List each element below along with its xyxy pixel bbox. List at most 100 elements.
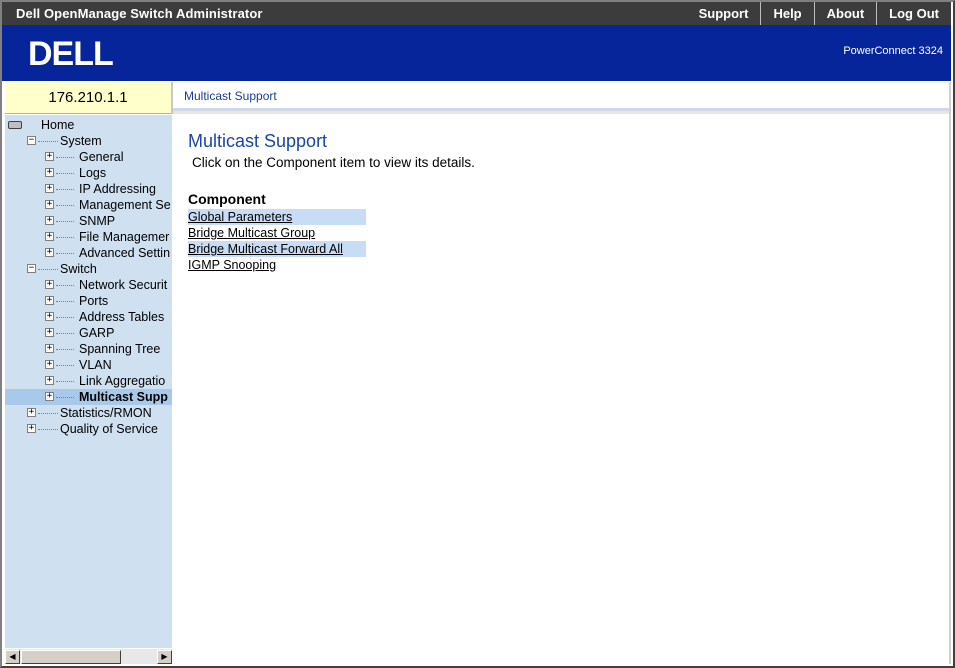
right-edge — [949, 82, 951, 664]
dell-logo-icon: DELL — [28, 36, 114, 70]
page-hint: Click on the Component item to view its … — [192, 155, 475, 170]
tree-item-label: Advanced Settin — [79, 246, 171, 260]
tree-connector — [56, 381, 74, 382]
tree-item[interactable]: − System — [5, 133, 172, 149]
tree-item-label: Address Tables — [79, 310, 165, 324]
tree-item[interactable]: + Advanced Settin — [5, 245, 172, 261]
component-header: Component — [188, 191, 266, 207]
main-content: Multicast Support Click on the Component… — [188, 131, 928, 273]
tree-item-label: VLAN — [79, 358, 112, 372]
breadcrumb-bar: Multicast Support — [173, 82, 949, 111]
dell-logo: DELL — [2, 25, 152, 81]
tree-item[interactable]: + Network Securit — [5, 277, 172, 293]
expand-plus-icon[interactable]: + — [45, 152, 54, 161]
tree-item[interactable]: + General — [5, 149, 172, 165]
tree-item[interactable]: + Management Se — [5, 197, 172, 213]
tree-connector — [56, 189, 74, 190]
collapse-minus-icon[interactable]: − — [27, 264, 36, 273]
expand-plus-icon[interactable]: + — [45, 280, 54, 289]
tree-connector — [56, 205, 74, 206]
tree-connector — [56, 157, 74, 158]
tree-item[interactable]: + Spanning Tree — [5, 341, 172, 357]
content-divider — [173, 111, 949, 114]
logo-text: DELL — [28, 36, 113, 70]
tree-connector — [56, 285, 74, 286]
expand-plus-icon[interactable]: + — [27, 408, 36, 417]
top-bar: Dell OpenManage Switch Administrator Sup… — [2, 2, 951, 25]
tree-item-label: Link Aggregatio — [79, 374, 166, 388]
top-links: Support Help About Log Out — [687, 2, 951, 25]
expand-plus-icon[interactable]: + — [45, 328, 54, 337]
page-title: Multicast Support — [188, 131, 328, 151]
tree-connector — [56, 301, 74, 302]
tree-connector — [56, 349, 74, 350]
about-link[interactable]: About — [813, 2, 877, 25]
tree-connector — [56, 365, 74, 366]
tree-item[interactable]: − Switch — [5, 261, 172, 277]
tree-horizontal-scrollbar[interactable]: ◀ ▶ — [5, 648, 172, 664]
scroll-left-arrow-icon[interactable]: ◀ — [5, 650, 20, 664]
tree-item-label: Logs — [79, 166, 107, 180]
tree-item-label: Ports — [79, 294, 109, 308]
component-link-bridge-multicast-group[interactable]: Bridge Multicast Group — [188, 225, 366, 241]
pane-edge — [172, 115, 174, 664]
logout-link[interactable]: Log Out — [876, 2, 951, 25]
expand-plus-icon[interactable]: + — [45, 296, 54, 305]
expand-plus-icon[interactable]: + — [45, 200, 54, 209]
tree-item-label: GARP — [79, 326, 115, 340]
tree-item-label: Spanning Tree — [79, 342, 161, 356]
component-link-bridge-multicast-forward-all[interactable]: Bridge Multicast Forward All — [188, 241, 366, 257]
tree-item[interactable]: + Address Tables — [5, 309, 172, 325]
tree-item[interactable]: + Statistics/RMON — [5, 405, 172, 421]
tree-item-label: Quality of Service — [60, 422, 158, 436]
expand-plus-icon[interactable]: + — [45, 232, 54, 241]
scroll-right-arrow-icon[interactable]: ▶ — [157, 650, 172, 664]
tree-item[interactable]: + IP Addressing — [5, 181, 172, 197]
drive-icon — [8, 121, 22, 129]
tree-connector — [56, 173, 74, 174]
device-ip: 176.210.1.1 — [5, 82, 171, 114]
tree-connector — [38, 269, 58, 270]
tree-item-label: General — [79, 150, 124, 164]
tree-item[interactable]: + Quality of Service — [5, 421, 172, 437]
expand-plus-icon[interactable]: + — [45, 392, 54, 401]
tree-item[interactable]: + Ports — [5, 293, 172, 309]
component-link-igmp-snooping[interactable]: IGMP Snooping — [188, 257, 366, 273]
tree-item[interactable]: + GARP — [5, 325, 172, 341]
support-link[interactable]: Support — [687, 2, 761, 25]
component-link-global-parameters[interactable]: Global Parameters — [188, 209, 366, 225]
collapse-minus-icon[interactable]: − — [27, 136, 36, 145]
tree-item[interactable]: + Logs — [5, 165, 172, 181]
help-link[interactable]: Help — [760, 2, 813, 25]
tree-connector — [56, 237, 74, 238]
tree-item-home[interactable]: Home — [5, 117, 172, 133]
scroll-thumb[interactable] — [21, 650, 121, 664]
tree-item[interactable]: + SNMP — [5, 213, 172, 229]
expand-plus-icon[interactable]: + — [27, 424, 36, 433]
expand-plus-icon[interactable]: + — [45, 216, 54, 225]
tree-item-label: Home — [41, 118, 75, 132]
expand-plus-icon[interactable]: + — [45, 312, 54, 321]
expand-plus-icon[interactable]: + — [45, 184, 54, 193]
expand-plus-icon[interactable]: + — [45, 360, 54, 369]
tree-item[interactable]: + Link Aggregatio — [5, 373, 172, 389]
app-title: Dell OpenManage Switch Administrator — [16, 6, 263, 21]
expand-plus-icon[interactable]: + — [45, 376, 54, 385]
tree-connector — [38, 141, 58, 142]
expand-plus-icon[interactable]: + — [45, 344, 54, 353]
breadcrumb: Multicast Support — [184, 89, 277, 103]
tree-item-label: Switch — [60, 262, 97, 276]
tree-item[interactable]: + File Managemer — [5, 229, 172, 245]
tree-item[interactable]: + Multicast Supp — [5, 389, 172, 405]
product-name: PowerConnect 3324 — [843, 45, 943, 57]
tree-connector — [56, 253, 74, 254]
expand-plus-icon[interactable]: + — [45, 248, 54, 257]
navigation-tree: Home − System + General + Logs + IP Addressing +… — [5, 115, 172, 648]
tree-connector — [56, 317, 74, 318]
tree-item[interactable]: + VLAN — [5, 357, 172, 373]
tree-item-label: File Managemer — [79, 230, 170, 244]
expand-plus-icon[interactable]: + — [45, 168, 54, 177]
tree-connector — [56, 333, 74, 334]
tree-connector — [56, 397, 74, 398]
tree-item-label: IP Addressing — [79, 182, 156, 196]
